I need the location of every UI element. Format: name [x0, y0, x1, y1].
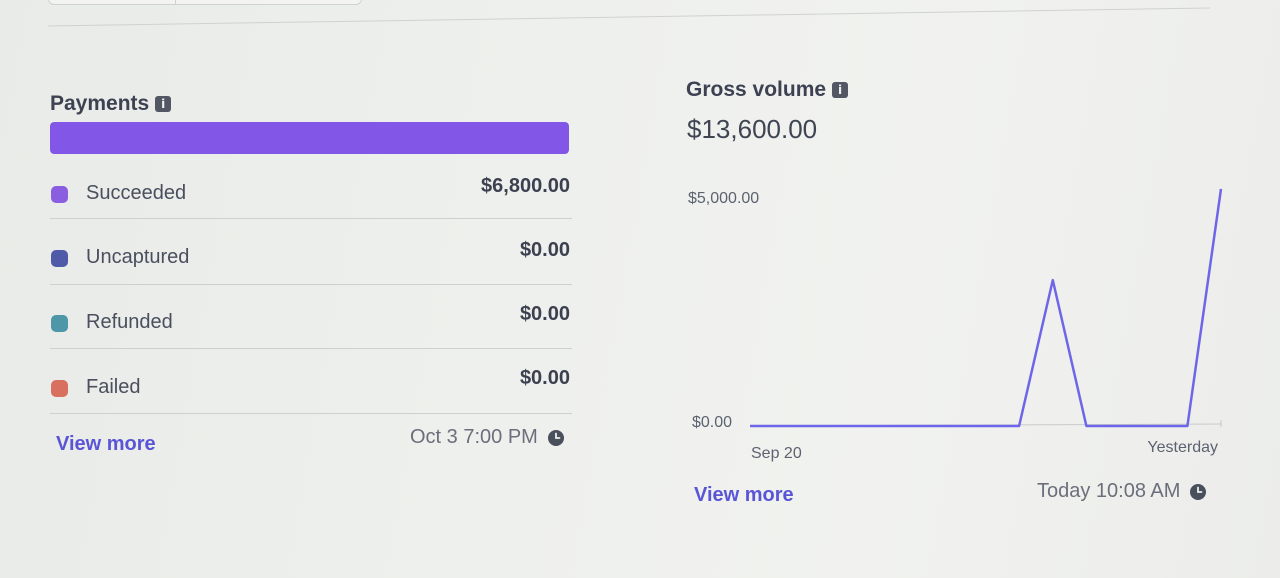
payment-row-label: Uncaptured [86, 246, 190, 268]
clock-icon [1190, 483, 1207, 500]
payment-row-uncaptured[interactable]: Uncaptured $0.00 [50, 224, 572, 288]
clock-icon [547, 429, 564, 446]
payment-row-value: $0.00 [519, 303, 570, 325]
top-divider-line [48, 7, 1210, 27]
row-divider [50, 284, 572, 285]
gross-volume-timestamp-text: Today 10:08 AM [1037, 480, 1181, 502]
info-icon[interactable]: i [832, 82, 849, 98]
status-dot-icon [51, 186, 68, 203]
payment-row-failed[interactable]: Failed $0.00 [50, 352, 572, 416]
payments-view-more-link[interactable]: View more [56, 433, 156, 456]
row-divider [50, 348, 572, 349]
status-dot-icon [51, 380, 68, 397]
status-dot-icon [51, 315, 68, 332]
row-divider [50, 413, 572, 414]
gross-volume-title-text: Gross volume [686, 78, 827, 101]
payment-row-value: $6,800.00 [481, 175, 570, 197]
payment-row-label: Succeeded [86, 182, 187, 204]
payment-row-succeeded[interactable]: Succeeded $6,800.00 [50, 160, 572, 224]
info-icon[interactable]: i [155, 96, 172, 112]
gross-volume-timestamp: Today 10:08 AM [1037, 480, 1207, 503]
payments-timestamp-text: Oct 3 7:00 PM [410, 426, 538, 448]
payments-progress-fill [50, 122, 569, 154]
payments-title-text: Payments [50, 92, 150, 115]
payment-row-label: Failed [86, 376, 141, 398]
top-control-divider [175, 0, 176, 4]
gross-volume-title: Gross volume i [686, 78, 849, 102]
series-line [750, 188, 1223, 428]
payments-timestamp: Oct 3 7:00 PM [410, 426, 564, 449]
payment-row-label: Refunded [86, 311, 173, 333]
gross-volume-amount: $13,600.00 [687, 114, 818, 144]
row-divider [50, 218, 572, 219]
payment-row-value: $0.00 [519, 239, 570, 261]
gross-volume-view-more-link[interactable]: View more [694, 484, 794, 507]
y-tick-label: $0.00 [692, 414, 732, 431]
x-tick-label: Sep 20 [751, 445, 802, 462]
payment-row-value: $0.00 [519, 367, 570, 389]
payments-progress-bar [50, 122, 569, 154]
gross-volume-chart[interactable]: $5,000.00 $0.00 Sep 20 Yesterday [680, 180, 1240, 470]
payments-title: Payments i [50, 92, 172, 116]
payment-row-refunded[interactable]: Refunded $0.00 [50, 288, 572, 352]
status-dot-icon [51, 250, 68, 267]
x-tick-label: Yesterday [1147, 439, 1218, 456]
y-tick-label: $5,000.00 [688, 190, 759, 207]
